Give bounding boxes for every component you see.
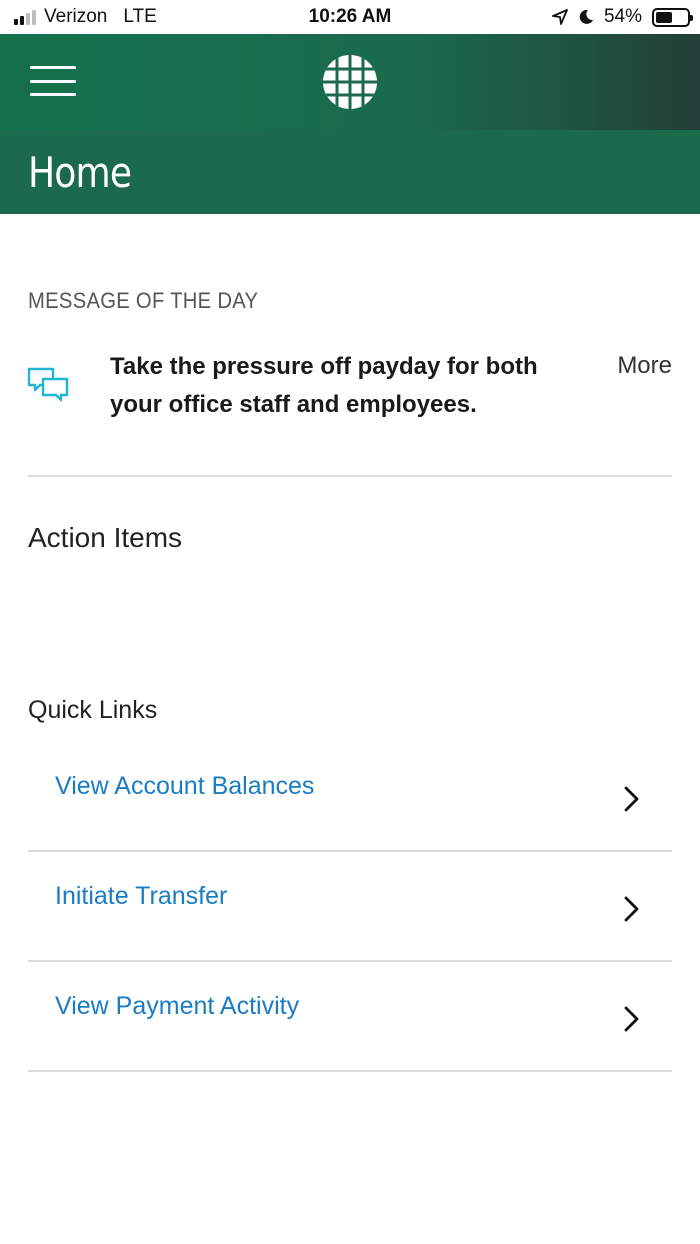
quick-link-label: Initiate Transfer xyxy=(55,882,228,910)
message-of-the-day-label: MESSAGE OF THE DAY xyxy=(28,288,259,313)
status-right: 54% xyxy=(552,6,693,28)
title-bar: Home xyxy=(0,130,700,214)
more-link[interactable]: More xyxy=(617,352,672,380)
chevron-right-icon xyxy=(624,1006,639,1032)
quick-link-initiate-transfer[interactable]: Initiate Transfer xyxy=(0,862,700,972)
page-title: Home xyxy=(28,148,132,197)
quick-link-label: View Account Balances xyxy=(55,772,315,800)
chevron-right-icon xyxy=(624,896,639,922)
hamburger-menu-icon[interactable] xyxy=(30,66,76,96)
battery-fill xyxy=(656,11,673,23)
battery-percent: 54% xyxy=(603,6,642,27)
divider xyxy=(28,850,672,852)
message-of-the-day-text: Take the pressure off payday for both yo… xyxy=(110,353,538,418)
divider xyxy=(28,1070,672,1072)
divider xyxy=(28,960,672,962)
quick-link-view-payment-activity[interactable]: View Payment Activity xyxy=(0,972,700,1082)
action-items-title: Action Items xyxy=(28,522,183,553)
chevron-right-icon xyxy=(624,786,639,812)
quick-link-view-account-balances[interactable]: View Account Balances xyxy=(0,752,700,862)
location-arrow-icon xyxy=(552,9,568,25)
quick-links-title: Quick Links xyxy=(28,696,158,724)
battery-icon xyxy=(652,7,693,27)
quick-link-label: View Payment Activity xyxy=(55,992,300,1020)
chat-bubbles-icon xyxy=(27,367,69,402)
app-header xyxy=(0,34,700,130)
status-bar: Verizon LTE 10:26 AM 54% xyxy=(0,0,700,34)
grid-globe-logo-icon xyxy=(323,55,377,109)
divider xyxy=(28,475,672,477)
moon-icon xyxy=(579,9,593,24)
